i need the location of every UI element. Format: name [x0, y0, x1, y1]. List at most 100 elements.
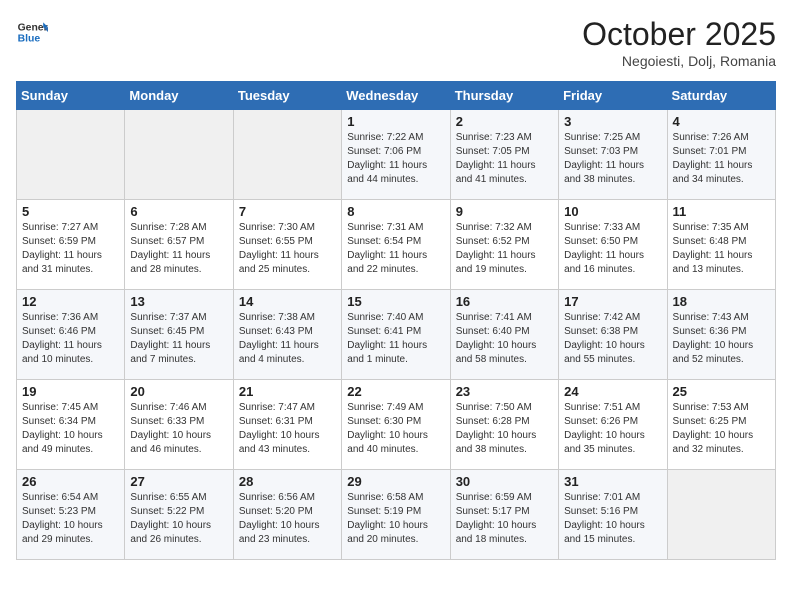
- calendar-cell: 4 Sunrise: 7:26 AM Sunset: 7:01 PM Daylig…: [667, 110, 775, 200]
- calendar-cell: 7Sunrise: 7:30 AM Sunset: 6:55 PM Daylig…: [233, 200, 341, 290]
- logo: General Blue: [16, 16, 48, 48]
- cell-info: Sunrise: 7:26 AM Sunset: 7:01 PM Dayligh…: [673, 131, 770, 187]
- calendar-cell: 10 Sunrise: 7:33 AM Sunset: 6:50 PM Dayli…: [559, 200, 667, 290]
- cell-info: Sunrise: 7:36 AM Sunset: 6:46 PM Dayligh…: [22, 311, 119, 367]
- calendar-cell: 25Sunrise: 7:53 AM Sunset: 6:25 PM Dayli…: [667, 380, 775, 470]
- day-number: 16: [456, 294, 553, 309]
- calendar-cell: [17, 110, 125, 200]
- cell-info: Sunrise: 7:33 AM Sunset: 6:50 PM Dayligh…: [564, 221, 661, 277]
- day-number: 22: [347, 384, 444, 399]
- day-number: 17: [564, 294, 661, 309]
- weekday-header-wednesday: Wednesday: [342, 82, 450, 110]
- cell-info: Sunrise: 7:37 AM Sunset: 6:45 PM Dayligh…: [130, 311, 227, 367]
- day-number: 23: [456, 384, 553, 399]
- cell-info: Sunrise: 6:54 AM Sunset: 5:23 PM Dayligh…: [22, 491, 119, 547]
- day-number: 4: [673, 114, 770, 129]
- cell-info: Sunrise: 7:40 AM Sunset: 6:41 PM Dayligh…: [347, 311, 444, 367]
- day-number: 31: [564, 474, 661, 489]
- calendar-cell: 2 Sunrise: 7:23 AM Sunset: 7:05 PM Daylig…: [450, 110, 558, 200]
- calendar-cell: 15Sunrise: 7:40 AM Sunset: 6:41 PM Dayli…: [342, 290, 450, 380]
- day-number: 7: [239, 204, 336, 219]
- calendar-week-row: 19 Sunrise: 7:45 AM Sunset: 6:34 PM Dayli…: [17, 380, 776, 470]
- cell-info: Sunrise: 6:59 AM Sunset: 5:17 PM Dayligh…: [456, 491, 553, 547]
- day-number: 20: [130, 384, 227, 399]
- calendar-cell: 19 Sunrise: 7:45 AM Sunset: 6:34 PM Dayli…: [17, 380, 125, 470]
- weekday-header-monday: Monday: [125, 82, 233, 110]
- calendar-cell: 9Sunrise: 7:32 AM Sunset: 6:52 PM Daylig…: [450, 200, 558, 290]
- calendar-cell: 31Sunrise: 7:01 AM Sunset: 5:16 PM Dayli…: [559, 470, 667, 560]
- calendar-cell: 27 Sunrise: 6:55 AM Sunset: 5:22 PM Dayli…: [125, 470, 233, 560]
- cell-info: Sunrise: 7:49 AM Sunset: 6:30 PM Dayligh…: [347, 401, 444, 457]
- cell-info: Sunrise: 7:47 AM Sunset: 6:31 PM Dayligh…: [239, 401, 336, 457]
- calendar-header: SundayMondayTuesdayWednesdayThursdayFrid…: [17, 82, 776, 110]
- calendar-cell: 16 Sunrise: 7:41 AM Sunset: 6:40 PM Dayli…: [450, 290, 558, 380]
- cell-info: Sunrise: 7:46 AM Sunset: 6:33 PM Dayligh…: [130, 401, 227, 457]
- day-number: 5: [22, 204, 119, 219]
- calendar-cell: 14Sunrise: 7:38 AM Sunset: 6:43 PM Dayli…: [233, 290, 341, 380]
- day-number: 21: [239, 384, 336, 399]
- cell-info: Sunrise: 7:22 AM Sunset: 7:06 PM Dayligh…: [347, 131, 444, 187]
- month-title: October 2025: [582, 16, 776, 53]
- cell-info: Sunrise: 7:43 AM Sunset: 6:36 PM Dayligh…: [673, 311, 770, 367]
- day-number: 28: [239, 474, 336, 489]
- day-number: 1: [347, 114, 444, 129]
- day-number: 30: [456, 474, 553, 489]
- day-number: 11: [673, 204, 770, 219]
- cell-info: Sunrise: 7:45 AM Sunset: 6:34 PM Dayligh…: [22, 401, 119, 457]
- day-number: 8: [347, 204, 444, 219]
- cell-info: Sunrise: 6:56 AM Sunset: 5:20 PM Dayligh…: [239, 491, 336, 547]
- day-number: 26: [22, 474, 119, 489]
- day-number: 13: [130, 294, 227, 309]
- cell-info: Sunrise: 7:42 AM Sunset: 6:38 PM Dayligh…: [564, 311, 661, 367]
- weekday-header-sunday: Sunday: [17, 82, 125, 110]
- weekday-header-tuesday: Tuesday: [233, 82, 341, 110]
- cell-info: Sunrise: 6:55 AM Sunset: 5:22 PM Dayligh…: [130, 491, 227, 547]
- calendar-cell: 18 Sunrise: 7:43 AM Sunset: 6:36 PM Dayli…: [667, 290, 775, 380]
- day-number: 24: [564, 384, 661, 399]
- title-block: October 2025 Negoiesti, Dolj, Romania: [582, 16, 776, 69]
- day-number: 19: [22, 384, 119, 399]
- calendar-cell: 8Sunrise: 7:31 AM Sunset: 6:54 PM Daylig…: [342, 200, 450, 290]
- day-number: 10: [564, 204, 661, 219]
- cell-info: Sunrise: 7:51 AM Sunset: 6:26 PM Dayligh…: [564, 401, 661, 457]
- calendar-cell: 13 Sunrise: 7:37 AM Sunset: 6:45 PM Dayli…: [125, 290, 233, 380]
- cell-info: Sunrise: 7:25 AM Sunset: 7:03 PM Dayligh…: [564, 131, 661, 187]
- day-number: 2: [456, 114, 553, 129]
- calendar-week-row: 1 Sunrise: 7:22 AM Sunset: 7:06 PM Daylig…: [17, 110, 776, 200]
- calendar-cell: 5 Sunrise: 7:27 AM Sunset: 6:59 PM Daylig…: [17, 200, 125, 290]
- logo-icon: General Blue: [16, 16, 48, 48]
- calendar-table: SundayMondayTuesdayWednesdayThursdayFrid…: [16, 81, 776, 560]
- calendar-cell: [233, 110, 341, 200]
- weekday-header-friday: Friday: [559, 82, 667, 110]
- calendar-body: 1 Sunrise: 7:22 AM Sunset: 7:06 PM Daylig…: [17, 110, 776, 560]
- location-subtitle: Negoiesti, Dolj, Romania: [582, 53, 776, 69]
- calendar-cell: 22 Sunrise: 7:49 AM Sunset: 6:30 PM Dayli…: [342, 380, 450, 470]
- calendar-week-row: 5 Sunrise: 7:27 AM Sunset: 6:59 PM Daylig…: [17, 200, 776, 290]
- calendar-week-row: 12 Sunrise: 7:36 AM Sunset: 6:46 PM Dayli…: [17, 290, 776, 380]
- day-number: 3: [564, 114, 661, 129]
- cell-info: Sunrise: 7:23 AM Sunset: 7:05 PM Dayligh…: [456, 131, 553, 187]
- calendar-cell: 17 Sunrise: 7:42 AM Sunset: 6:38 PM Dayli…: [559, 290, 667, 380]
- weekday-header-row: SundayMondayTuesdayWednesdayThursdayFrid…: [17, 82, 776, 110]
- calendar-cell: 28 Sunrise: 6:56 AM Sunset: 5:20 PM Dayli…: [233, 470, 341, 560]
- day-number: 25: [673, 384, 770, 399]
- day-number: 18: [673, 294, 770, 309]
- day-number: 27: [130, 474, 227, 489]
- calendar-cell: 11 Sunrise: 7:35 AM Sunset: 6:48 PM Dayli…: [667, 200, 775, 290]
- calendar-cell: 21 Sunrise: 7:47 AM Sunset: 6:31 PM Dayli…: [233, 380, 341, 470]
- day-number: 9: [456, 204, 553, 219]
- calendar-cell: 6Sunrise: 7:28 AM Sunset: 6:57 PM Daylig…: [125, 200, 233, 290]
- weekday-header-thursday: Thursday: [450, 82, 558, 110]
- calendar-cell: 20 Sunrise: 7:46 AM Sunset: 6:33 PM Dayli…: [125, 380, 233, 470]
- day-number: 6: [130, 204, 227, 219]
- page-header: General Blue October 2025 Negoiesti, Dol…: [16, 16, 776, 69]
- calendar-cell: 29Sunrise: 6:58 AM Sunset: 5:19 PM Dayli…: [342, 470, 450, 560]
- cell-info: Sunrise: 7:27 AM Sunset: 6:59 PM Dayligh…: [22, 221, 119, 277]
- weekday-header-saturday: Saturday: [667, 82, 775, 110]
- cell-info: Sunrise: 7:35 AM Sunset: 6:48 PM Dayligh…: [673, 221, 770, 277]
- calendar-cell: [125, 110, 233, 200]
- cell-info: Sunrise: 7:41 AM Sunset: 6:40 PM Dayligh…: [456, 311, 553, 367]
- day-number: 12: [22, 294, 119, 309]
- calendar-cell: 1 Sunrise: 7:22 AM Sunset: 7:06 PM Daylig…: [342, 110, 450, 200]
- calendar-week-row: 26 Sunrise: 6:54 AM Sunset: 5:23 PM Dayli…: [17, 470, 776, 560]
